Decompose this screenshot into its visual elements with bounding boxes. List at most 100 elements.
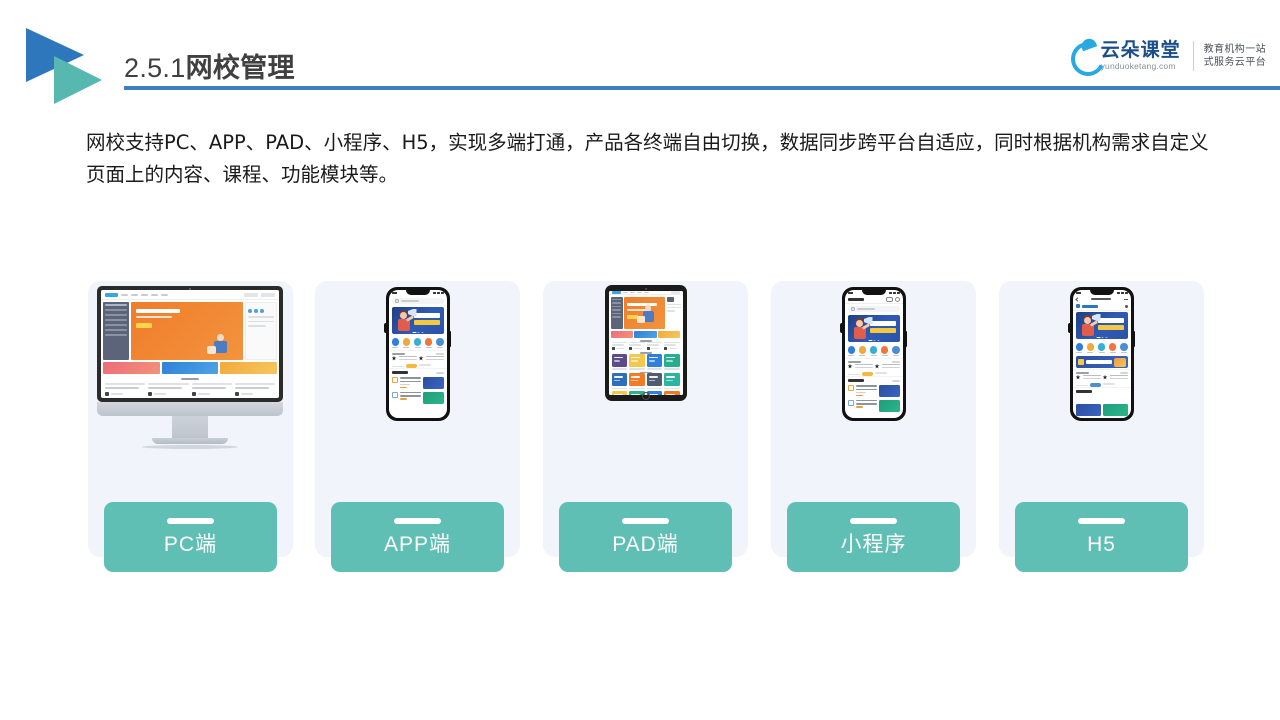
section-more-link[interactable] <box>891 380 900 382</box>
tile-line <box>631 376 641 378</box>
pc-course-card <box>234 383 275 396</box>
h5-category-icons[interactable] <box>1073 340 1131 355</box>
imac-shadow <box>142 445 238 449</box>
miniprogram-course-list-item[interactable] <box>845 398 903 412</box>
section-more-link[interactable] <box>435 372 444 374</box>
featured-course-card[interactable] <box>418 355 444 369</box>
brand-text-block: 云朵课堂 yunduoketang.com <box>1065 36 1181 81</box>
category-icon-item[interactable] <box>413 338 422 348</box>
carousel-dots[interactable] <box>1096 336 1107 338</box>
miniprogram-category-icons[interactable] <box>845 343 903 358</box>
platform-label-app[interactable]: APP端 <box>331 502 504 572</box>
pad-user-panel <box>666 297 681 329</box>
app-hero-banner[interactable] <box>391 307 444 334</box>
platform-card-app[interactable]: APP端 <box>315 281 520 572</box>
pad-course-grid-2 <box>609 373 683 391</box>
category-icon-item[interactable] <box>847 346 855 356</box>
pad-course-grid-1 <box>609 353 683 372</box>
pad-grid-cell[interactable] <box>646 373 662 390</box>
section-more-link[interactable] <box>435 353 444 355</box>
category-icon-item[interactable] <box>1075 343 1083 353</box>
pc-promo-tile <box>103 362 160 374</box>
pad-grid-cell[interactable] <box>629 373 645 390</box>
section-more-link[interactable] <box>1119 372 1128 374</box>
tablet-home-button[interactable] <box>641 391 650 400</box>
price-label <box>1102 383 1115 386</box>
battery-icon <box>440 292 444 294</box>
platform-label-miniprogram[interactable]: 小程序 <box>787 502 960 572</box>
pad-grid-cell[interactable] <box>611 391 627 395</box>
featured-course-card[interactable] <box>1075 374 1101 388</box>
category-icon-item[interactable] <box>436 338 444 348</box>
more-options-icon[interactable] <box>1123 298 1128 300</box>
platform-card-pad[interactable]: PAD端 <box>543 281 748 572</box>
tile-caption <box>611 387 627 390</box>
pc-promo-tile <box>220 362 278 374</box>
user-avatar-icon[interactable] <box>1124 304 1128 308</box>
miniprogram-course-list-item[interactable] <box>845 383 903 398</box>
h5-bottom-banner[interactable] <box>1075 404 1101 416</box>
pad-grid-cell[interactable] <box>664 391 680 395</box>
checkbox-icon <box>391 391 398 398</box>
price-label <box>847 373 860 376</box>
category-icon-item[interactable] <box>424 338 433 348</box>
h5-promo-banner[interactable] <box>1075 355 1128 368</box>
checkbox-icon <box>847 385 854 392</box>
app-search-bar[interactable] <box>391 298 444 304</box>
app-course-list-item[interactable] <box>389 375 447 390</box>
section-more-link[interactable] <box>891 361 900 363</box>
category-icon-item[interactable] <box>1086 343 1095 353</box>
pc-sidebar-item <box>105 314 127 316</box>
category-icon-item[interactable] <box>1108 343 1117 353</box>
pc-hero-cta-button <box>136 323 152 328</box>
pad-promo-tile <box>634 331 657 338</box>
platform-card-miniprogram[interactable]: 小程序 <box>771 281 976 572</box>
logo-triangle-teal <box>54 56 102 104</box>
platform-label-pad[interactable]: PAD端 <box>559 502 732 572</box>
category-icon-item[interactable] <box>1120 343 1128 353</box>
h5-hero-banner[interactable] <box>1075 312 1128 339</box>
featured-course-card[interactable] <box>1102 374 1128 388</box>
platform-card-h5[interactable]: H5 <box>999 281 1204 572</box>
back-arrow-icon[interactable] <box>1074 296 1080 302</box>
pad-site-logo-icon <box>611 291 621 294</box>
brand-tagline-line2: 式服务云平台 <box>1203 57 1266 68</box>
pad-grid-cell[interactable] <box>646 353 662 370</box>
pad-grid-cell[interactable] <box>611 353 627 370</box>
app-course-list-item[interactable] <box>389 390 447 404</box>
pad-course-card <box>611 341 627 351</box>
h5-bottom-banner[interactable] <box>1102 404 1128 416</box>
wifi-icon <box>892 292 896 294</box>
featured-course-card[interactable] <box>847 363 873 377</box>
category-icon-item[interactable] <box>880 346 889 356</box>
miniprogram-hero-banner[interactable] <box>847 315 900 342</box>
platform-label-h5[interactable]: H5 <box>1015 502 1188 572</box>
smartphone-illustration <box>840 287 907 421</box>
pad-grid-cell[interactable] <box>664 353 680 370</box>
carousel-dots[interactable] <box>868 339 879 341</box>
category-icon-item[interactable] <box>391 338 399 348</box>
figure-arm <box>405 315 414 322</box>
platform-label-pc[interactable]: PC端 <box>104 502 277 572</box>
pc-course-line <box>191 387 226 389</box>
miniprogram-capsule-buttons[interactable] <box>885 297 900 302</box>
pad-grid-cell[interactable] <box>629 353 645 370</box>
pad-grid-cell[interactable] <box>664 373 680 390</box>
pc-course-line <box>234 383 275 385</box>
category-icon-item[interactable] <box>402 338 411 348</box>
app-category-icons[interactable] <box>389 335 447 350</box>
category-icon-item[interactable] <box>869 346 878 356</box>
category-icon-item[interactable] <box>1097 343 1106 353</box>
carousel-dots[interactable] <box>412 331 423 333</box>
platform-card-pc[interactable]: PC端 <box>88 281 293 572</box>
tile-line <box>648 356 658 359</box>
featured-course-card[interactable] <box>391 355 417 369</box>
miniprogram-search-bar[interactable] <box>847 306 900 312</box>
category-icon-item[interactable] <box>892 346 900 356</box>
text-line <box>399 380 421 383</box>
pad-grid-cell[interactable] <box>611 373 627 390</box>
category-icon-item[interactable] <box>858 346 867 356</box>
featured-course-card[interactable] <box>874 363 900 377</box>
carousel-dot-active <box>868 339 872 341</box>
category-label <box>1087 351 1094 353</box>
